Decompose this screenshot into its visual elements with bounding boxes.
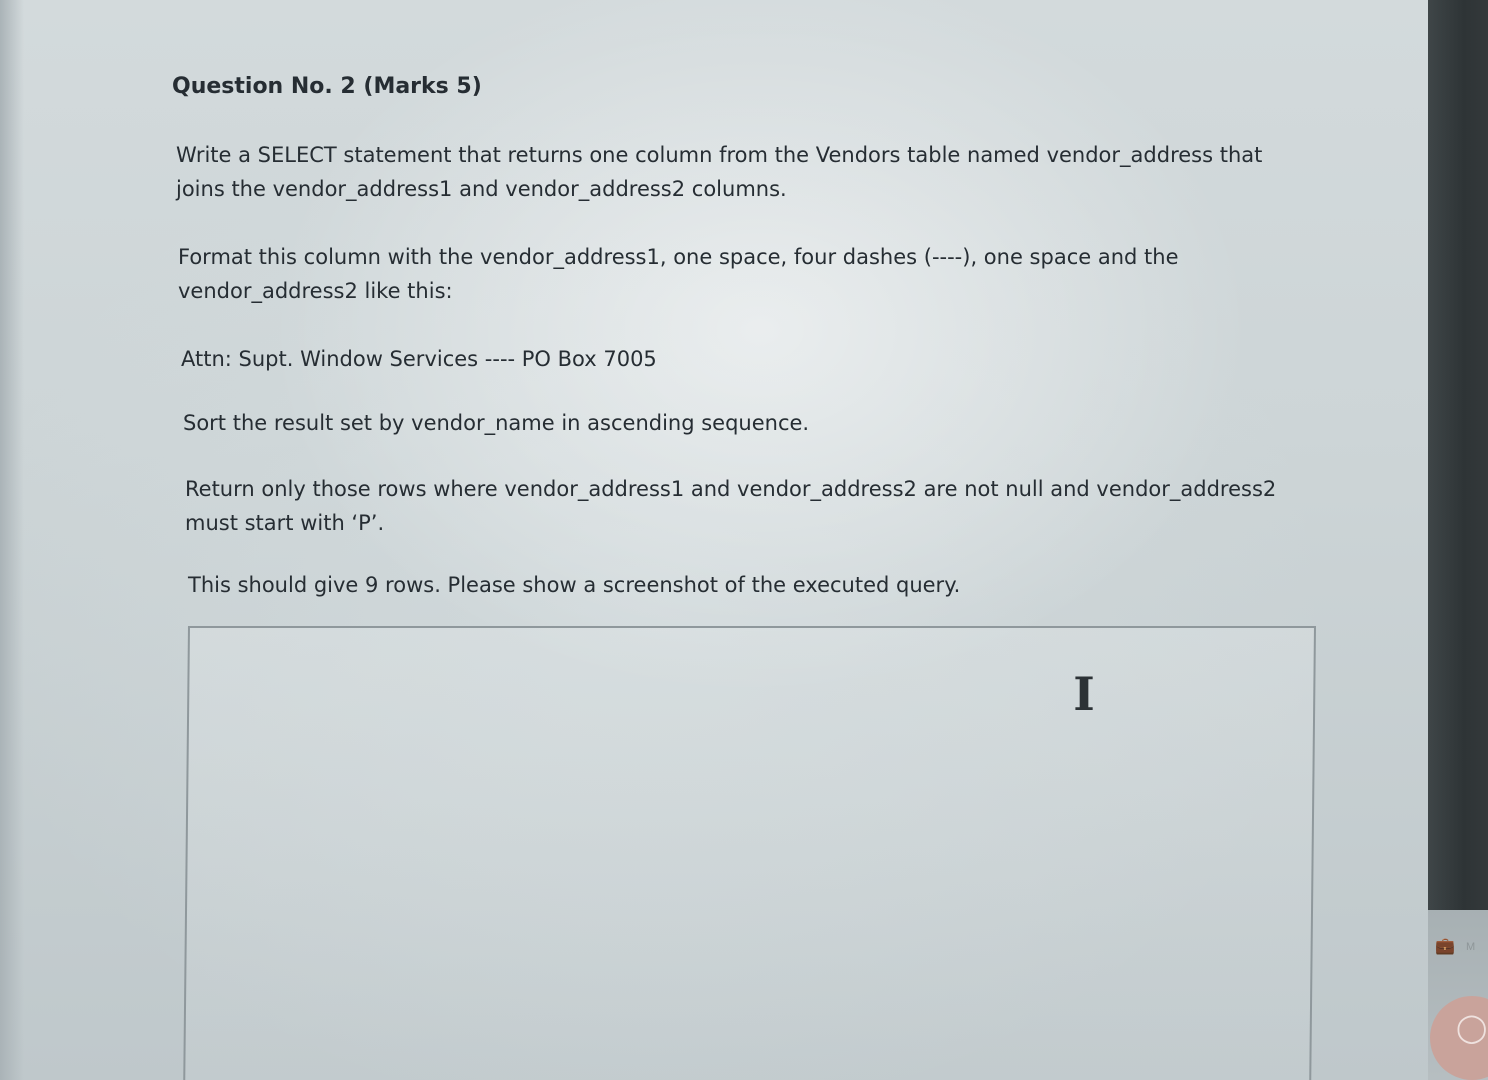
paragraph-sort-order: Sort the result set by vendor_name in as… bbox=[183, 406, 809, 440]
paragraph-line: This should give 9 rows. Please show a s… bbox=[188, 573, 961, 597]
question-title: Question No. 2 (Marks 5) bbox=[172, 74, 482, 99]
taskbar-label: M bbox=[1466, 941, 1476, 953]
paragraph-line: Sort the result set by vendor_name in as… bbox=[183, 411, 810, 435]
monitor-bezel bbox=[1428, 0, 1488, 910]
screen-left-shadow bbox=[0, 0, 24, 1080]
text-cursor-icon: I bbox=[1073, 667, 1095, 721]
paragraph-line: Write a SELECT statement that returns on… bbox=[176, 143, 1263, 167]
paragraph-example-output: Attn: Supt. Window Services ---- PO Box … bbox=[181, 342, 657, 376]
briefcase-icon[interactable]: 💼 bbox=[1432, 938, 1458, 956]
paragraph-line: vendor_address2 like this: bbox=[178, 279, 453, 303]
paragraph-line: Attn: Supt. Window Services ---- PO Box … bbox=[181, 347, 657, 371]
paragraph-line: Return only those rows where vendor_addr… bbox=[185, 477, 1277, 501]
paragraph-line: joins the vendor_address1 and vendor_add… bbox=[176, 177, 787, 201]
paragraph-filter-rows: Return only those rows where vendor_addr… bbox=[185, 472, 1276, 540]
answer-input-box[interactable] bbox=[183, 626, 1317, 1080]
paragraph-select-statement: Write a SELECT statement that returns on… bbox=[176, 138, 1262, 206]
paragraph-line: Format this column with the vendor_addre… bbox=[178, 245, 1179, 269]
paragraph-expected-result: This should give 9 rows. Please show a s… bbox=[188, 568, 960, 602]
paragraph-format-column: Format this column with the vendor_addre… bbox=[178, 240, 1178, 308]
paragraph-line: must start with ‘P’. bbox=[185, 511, 385, 535]
